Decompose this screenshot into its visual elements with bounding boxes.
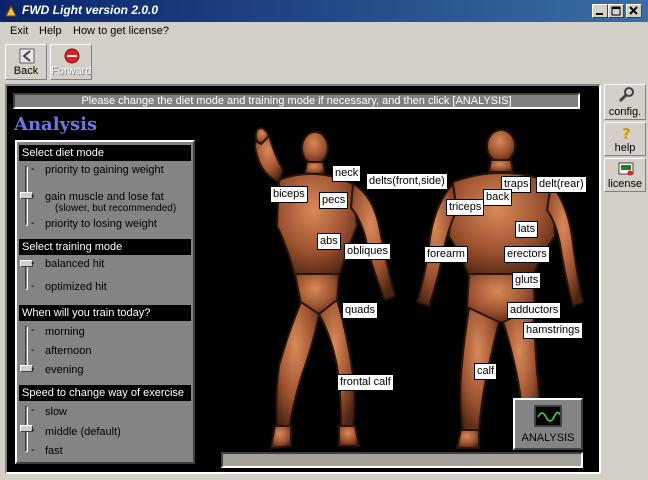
license-label: license [607,178,643,190]
muscle-label-gluts[interactable]: gluts [512,272,542,289]
help-button[interactable]: ? help [604,122,646,156]
muscle-label-delt-rear[interactable]: delt(rear) [536,176,587,193]
minimize-icon [596,13,603,15]
status-bar [221,452,583,468]
training-mode-header: Select training mode [19,239,191,255]
toolbar: Back Forward [0,42,648,82]
forward-button[interactable]: Forward [50,44,92,80]
diet-mode-header: Select diet mode [19,145,191,161]
time-option-morning[interactable]: morning [45,326,85,338]
muscle-label-back[interactable]: back [483,189,513,206]
tick-mark: - [31,324,35,336]
waveform-icon [537,411,561,422]
muscle-label-forearm[interactable]: forearm [424,246,468,263]
muscle-label-erectors[interactable]: erectors [504,246,550,263]
muscle-label-calf[interactable]: calf [474,363,498,380]
close-icon [629,6,638,15]
help-label: help [614,142,636,154]
instruction-banner: Please change the diet mode and training… [13,93,580,109]
muscle-label-lats[interactable]: lats [515,221,539,238]
analysis-monitor-icon [534,405,562,427]
back-label: Back [13,65,39,77]
main-panel: Please change the diet mode and training… [5,84,601,474]
diet-option-gain-muscle-lose-fat[interactable]: gain muscle and lose fat (slower, but re… [45,191,176,215]
tick-mark: - [31,217,35,229]
diet-option-note: (slower, but recommended) [55,203,177,214]
tick-mark: - [31,404,35,416]
muscle-label-triceps[interactable]: triceps [446,199,485,216]
question-mark-icon: ? [622,125,631,141]
config-button[interactable]: config. [604,84,646,120]
back-button[interactable]: Back [5,44,47,80]
muscle-label-adductors[interactable]: adductors [507,302,562,319]
analysis-button-label: ANALYSIS [521,432,575,444]
diet-option-gaining-weight[interactable]: priority to gaining weight [45,164,164,176]
config-label: config. [608,106,642,118]
speed-option-slow[interactable]: slow [45,406,67,418]
forward-stop-icon [64,48,80,64]
training-option-optimized[interactable]: optimized hit [45,281,107,293]
time-option-afternoon[interactable]: afternoon [45,345,91,357]
time-option-evening[interactable]: evening [45,364,84,376]
app-icon [5,4,17,17]
tick-mark: - [31,363,35,375]
muscle-label-neck[interactable]: neck [332,165,362,182]
speed-option-fast[interactable]: fast [45,445,63,457]
license-certificate-icon [618,162,634,176]
muscle-label-frontal-calf[interactable]: frontal calf [337,374,394,391]
svg-text:?: ? [622,125,631,141]
muscle-label-hamstrings[interactable]: hamstrings [523,322,583,339]
speed-option-middle[interactable]: middle (default) [45,426,121,438]
menu-help[interactable]: Help [39,25,62,37]
page-title: Analysis [14,114,98,135]
side-toolbar: config. ? help license [604,84,646,474]
menu-bar: Exit Help How to get license? [0,22,648,42]
tick-mark: - [31,424,35,436]
tick-mark: - [31,190,35,202]
forward-label: Forward [51,65,92,77]
speed-header: Speed to change way of exercise [19,385,191,401]
title-bar: FWD Light version 2.0.0 [0,0,648,22]
muscle-label-pecs[interactable]: pecs [319,192,349,209]
menu-exit[interactable]: Exit [10,25,28,37]
train-time-header: When will you train today? [19,305,191,321]
analysis-button[interactable]: ANALYSIS [513,398,583,450]
tick-mark: - [31,344,35,356]
muscle-label-abs[interactable]: abs [317,233,341,250]
menu-how-to-get-license[interactable]: How to get license? [73,25,169,37]
minimize-button[interactable] [592,4,608,18]
muscle-label-quads[interactable]: quads [342,302,378,319]
window-title: FWD Light version 2.0.0 [22,3,159,17]
muscle-label-delts-front-side[interactable]: delts(front,side) [366,173,448,190]
tick-mark: - [31,257,35,269]
wrench-icon [618,87,634,103]
back-icon [19,48,35,64]
tick-mark: - [31,280,35,292]
muscle-label-biceps[interactable]: biceps [270,186,308,203]
close-button[interactable] [626,4,642,18]
training-option-balanced[interactable]: balanced hit [45,258,104,270]
diet-option-label: gain muscle and lose fat [45,191,164,203]
diet-option-losing-weight[interactable]: priority to losing weight [45,218,157,230]
maximize-button[interactable] [608,4,624,18]
license-button[interactable]: license [604,158,646,192]
maximize-icon [611,6,621,16]
tick-mark: - [31,444,35,456]
muscle-label-obliques[interactable]: obliques [344,243,391,260]
tick-mark: - [31,163,35,175]
settings-panel: Select diet mode - priority to gaining w… [15,140,195,464]
